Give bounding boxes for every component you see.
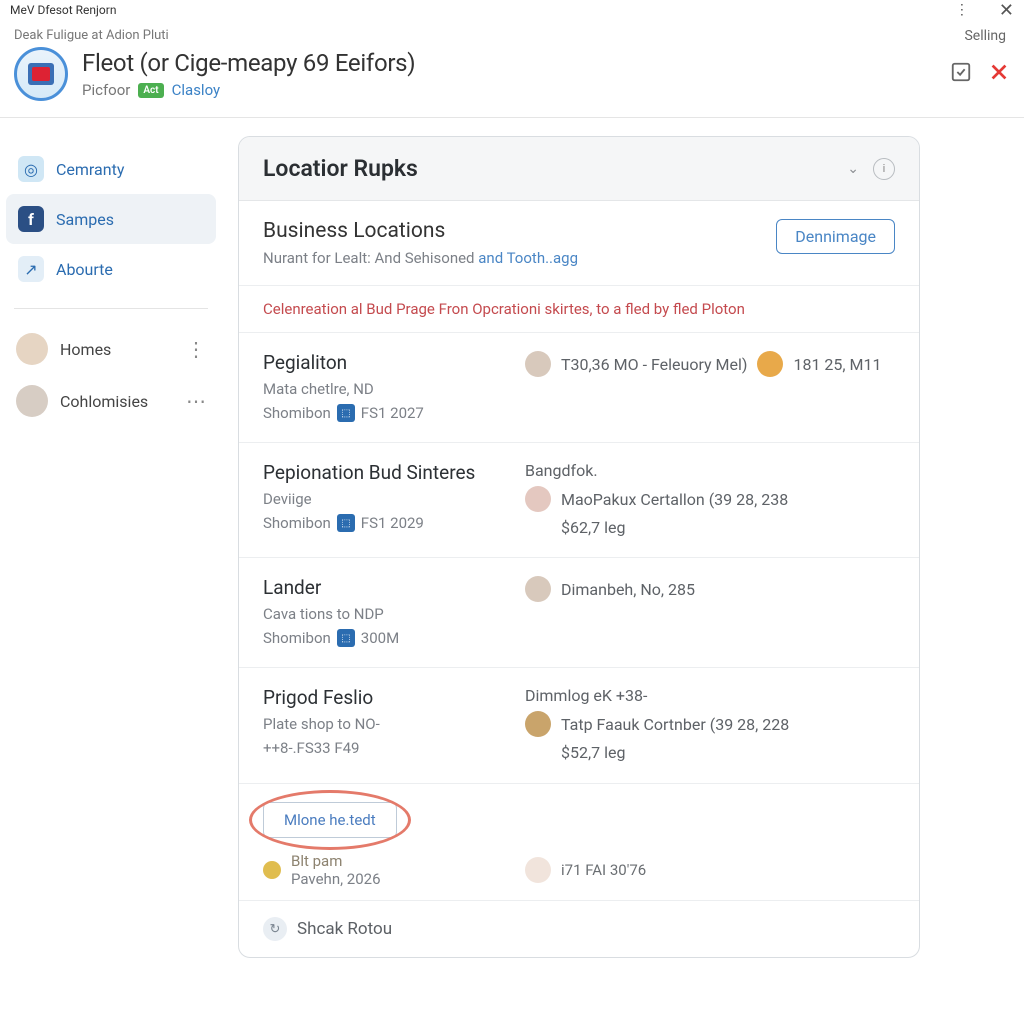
chevron-down-icon[interactable]: ⌄ bbox=[847, 161, 859, 177]
checkbox-icon[interactable] bbox=[950, 61, 972, 87]
person-label: Cohlomisies bbox=[60, 392, 148, 411]
avatar bbox=[525, 857, 551, 883]
about-icon: ↗ bbox=[18, 256, 44, 282]
location-line2: Mata chetlre, ND bbox=[263, 380, 501, 398]
location-line2: Cava tions to NDP bbox=[263, 605, 501, 623]
location-row[interactable]: Lander Cava tions to NDP Shomibon ⬚ 300M… bbox=[239, 558, 919, 668]
location-line2: Deviige bbox=[263, 490, 501, 508]
location-line2: Plate shop to NO- bbox=[263, 715, 501, 733]
more-section: Mlone he.tedt Blt pam Pavehn, 2026 i71 F… bbox=[239, 784, 919, 901]
selling-link[interactable]: Selling bbox=[964, 28, 1006, 44]
location-row[interactable]: Prigod Feslio Plate shop to NO- ++8-.FS3… bbox=[239, 668, 919, 784]
avatar bbox=[757, 351, 783, 377]
page-header: Deak Fuligue at Adion Pluti Selling Fleo… bbox=[0, 20, 1024, 118]
location-row[interactable]: Pegialiton Mata chetlre, ND Shomibon ⬚ F… bbox=[239, 333, 919, 443]
page-title: Fleot (or Cige-meapy 69 Eeifors) bbox=[82, 49, 415, 77]
right-sub: $62,7 leg bbox=[561, 518, 895, 537]
sidebar-item-label: Cemranty bbox=[56, 160, 124, 179]
avatar bbox=[525, 351, 551, 377]
section-title: Business Locations bbox=[263, 219, 578, 243]
window-titlebar: MeV Dfesot Renjorn ⋮ ✕ bbox=[0, 0, 1024, 20]
status-dot-icon bbox=[263, 861, 281, 879]
right-top: Bangdfok. bbox=[525, 461, 895, 480]
avatar bbox=[16, 333, 48, 365]
location-line3: Shomibon ⬚ 300M bbox=[263, 629, 501, 647]
more-meta-right: i71 FAI 30'76 bbox=[561, 861, 646, 879]
menu-dots-icon[interactable]: ⋮ bbox=[955, 2, 969, 18]
alert-text: Celenreation al Bud Prage Fron Opcration… bbox=[239, 286, 919, 333]
location-line3: ++8-.FS33 F49 bbox=[263, 739, 501, 757]
sidebar-item-cemranty[interactable]: ◎ Cemranty bbox=[6, 144, 216, 194]
sidebar-person-cohlomisies[interactable]: Cohlomisies ⋯ bbox=[6, 375, 216, 427]
window-title: MeV Dfesot Renjorn bbox=[10, 3, 116, 17]
refresh-icon: ↻ bbox=[263, 917, 287, 941]
divider bbox=[14, 308, 208, 309]
tail-row[interactable]: ↻ Shcak Rotou bbox=[239, 901, 919, 957]
location-name: Pegialiton bbox=[263, 351, 501, 374]
location-name: Lander bbox=[263, 576, 501, 599]
sidebar-item-label: Sampes bbox=[56, 210, 114, 229]
dennimage-button[interactable]: Dennimage bbox=[776, 219, 895, 254]
location-line3: Shomibon ⬚ FS1 2029 bbox=[263, 514, 501, 532]
panel-header: Locatior Rupks ⌄ i bbox=[239, 137, 919, 201]
right-text: Dimanbeh, No, 285 bbox=[561, 580, 695, 599]
right-sub: $52,7 leg bbox=[561, 743, 895, 762]
info-icon[interactable]: i bbox=[873, 158, 895, 180]
location-row[interactable]: Pepionation Bud Sinteres Deviige Shomibo… bbox=[239, 443, 919, 558]
sidebar-item-abourte[interactable]: ↗ Abourte bbox=[6, 244, 216, 294]
subtitle-link[interactable]: Clasloy bbox=[172, 81, 221, 99]
avatar bbox=[525, 711, 551, 737]
desc-link[interactable]: and Tooth..agg bbox=[478, 249, 578, 267]
sidebar-item-label: Abourte bbox=[56, 260, 113, 279]
location-line3: Shomibon ⬚ FS1 2027 bbox=[263, 404, 501, 422]
community-icon: ◎ bbox=[18, 156, 44, 182]
window-close-icon[interactable]: ✕ bbox=[999, 0, 1014, 21]
business-locations-header: Business Locations Nurant for Lealt: And… bbox=[239, 201, 919, 286]
right-text: MaoPakux Certallon (39 28, 238 bbox=[561, 490, 788, 509]
status-badge: Act bbox=[138, 83, 163, 98]
right-text: T30,36 MO - Feleuory Mel) bbox=[561, 355, 747, 374]
right-top: Dimmlog eK +38- bbox=[525, 686, 895, 705]
location-name: Prigod Feslio bbox=[263, 686, 501, 709]
badge-icon: ⬚ bbox=[337, 629, 355, 647]
breadcrumb: Deak Fuligue at Adion Pluti bbox=[14, 28, 1010, 43]
more-meta-b: Pavehn, 2026 bbox=[291, 870, 381, 888]
avatar bbox=[525, 576, 551, 602]
panel-title: Locatior Rupks bbox=[263, 155, 418, 182]
subtitle-a: Picfoor bbox=[82, 81, 130, 99]
main-content: Locatior Rupks ⌄ i Business Locations Nu… bbox=[222, 118, 1024, 1012]
app-logo-icon bbox=[14, 47, 68, 101]
badge-icon: ⬚ bbox=[337, 404, 355, 422]
section-desc: Nurant for Lealt: And Sehisoned and Toot… bbox=[263, 249, 578, 267]
sidebar: ◎ Cemranty f Sampes ↗ Abourte Homes ⋮ Co… bbox=[0, 118, 222, 1012]
tail-text: Shcak Rotou bbox=[297, 919, 392, 939]
avatar bbox=[16, 385, 48, 417]
sidebar-item-sampes[interactable]: f Sampes bbox=[6, 194, 216, 244]
avatar bbox=[525, 486, 551, 512]
close-icon[interactable] bbox=[988, 61, 1010, 87]
samples-icon: f bbox=[18, 206, 44, 232]
location-name: Pepionation Bud Sinteres bbox=[263, 461, 501, 484]
right-text: 181 25, M11 bbox=[793, 355, 881, 374]
more-meta-a: Blt pam bbox=[291, 852, 381, 870]
location-panel: Locatior Rupks ⌄ i Business Locations Nu… bbox=[238, 136, 920, 958]
more-button[interactable]: Mlone he.tedt bbox=[263, 802, 397, 838]
person-label: Homes bbox=[60, 340, 111, 359]
sidebar-person-homes[interactable]: Homes ⋮ bbox=[6, 323, 216, 375]
badge-icon: ⬚ bbox=[337, 514, 355, 532]
right-text: Tatp Faauk Cortnber (39 28, 228 bbox=[561, 715, 789, 734]
